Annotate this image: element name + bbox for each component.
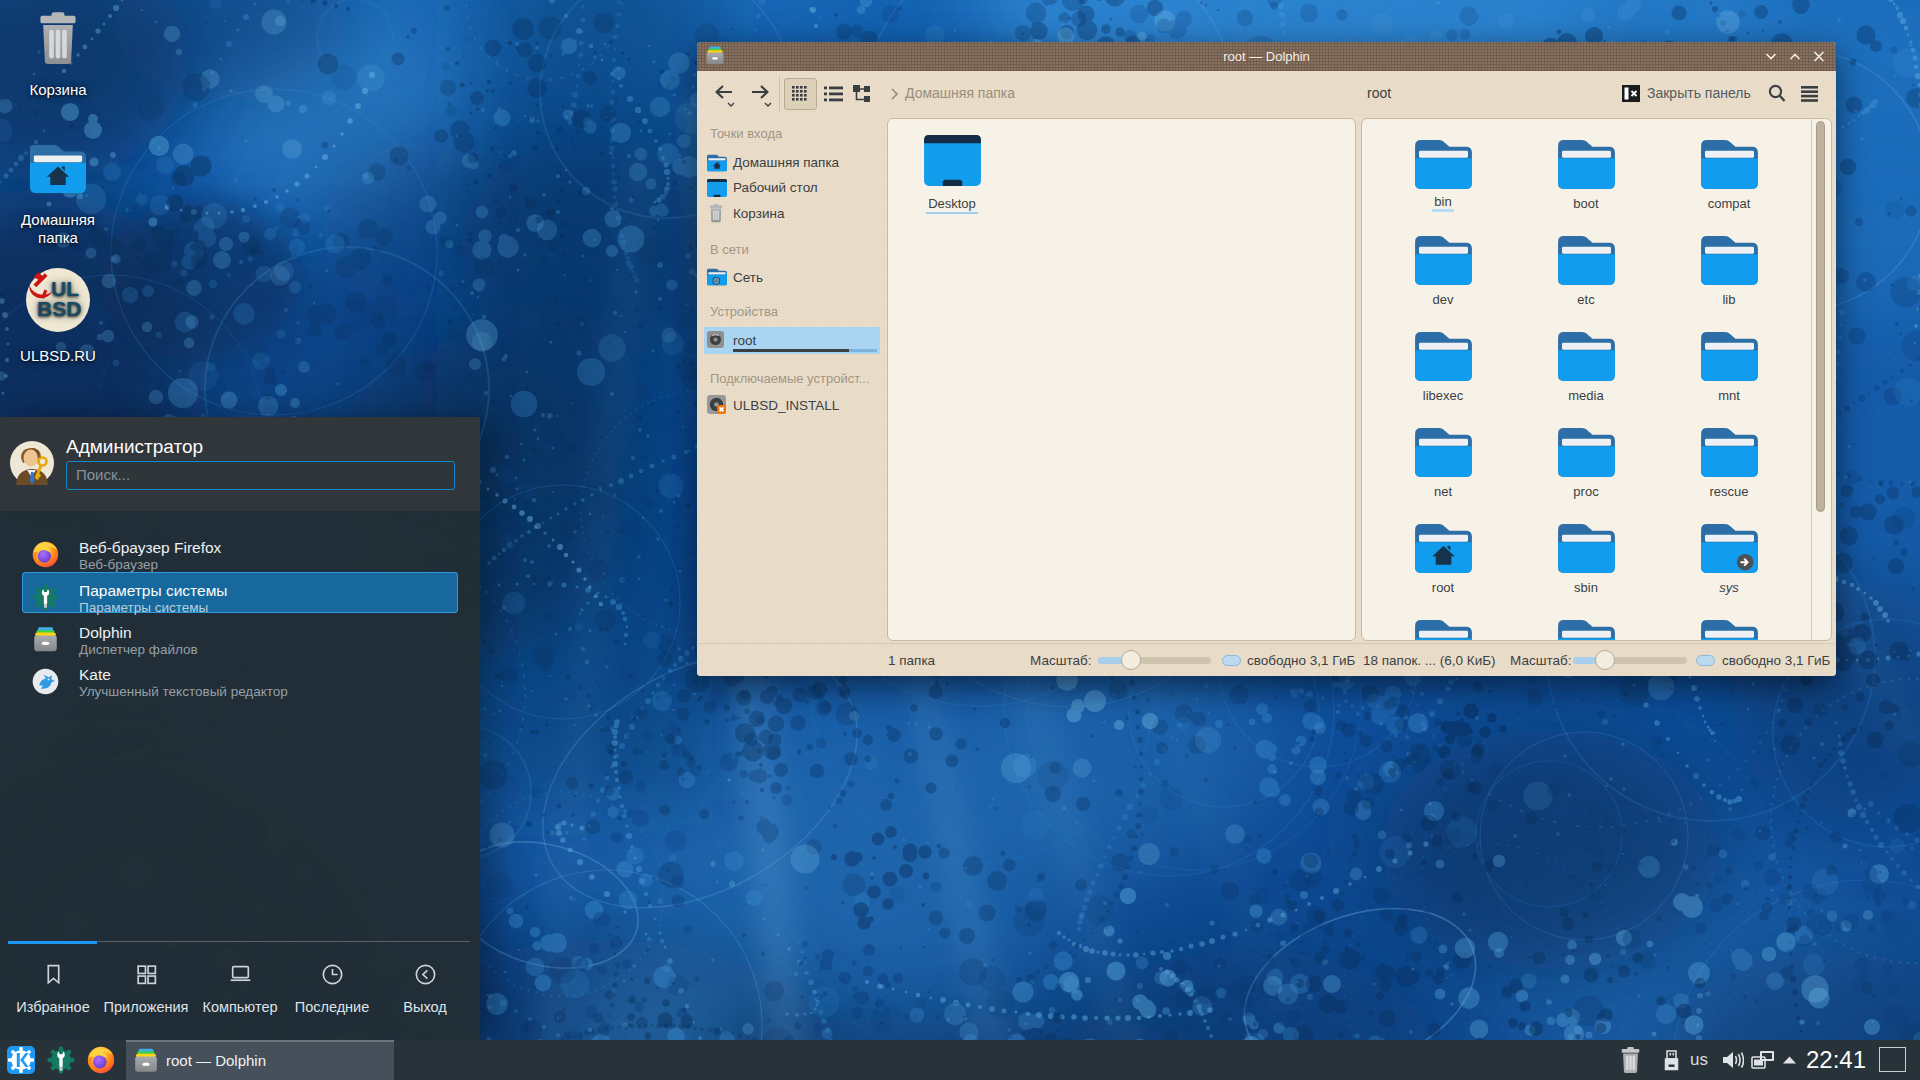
svg-text:BSD: BSD bbox=[37, 297, 81, 320]
